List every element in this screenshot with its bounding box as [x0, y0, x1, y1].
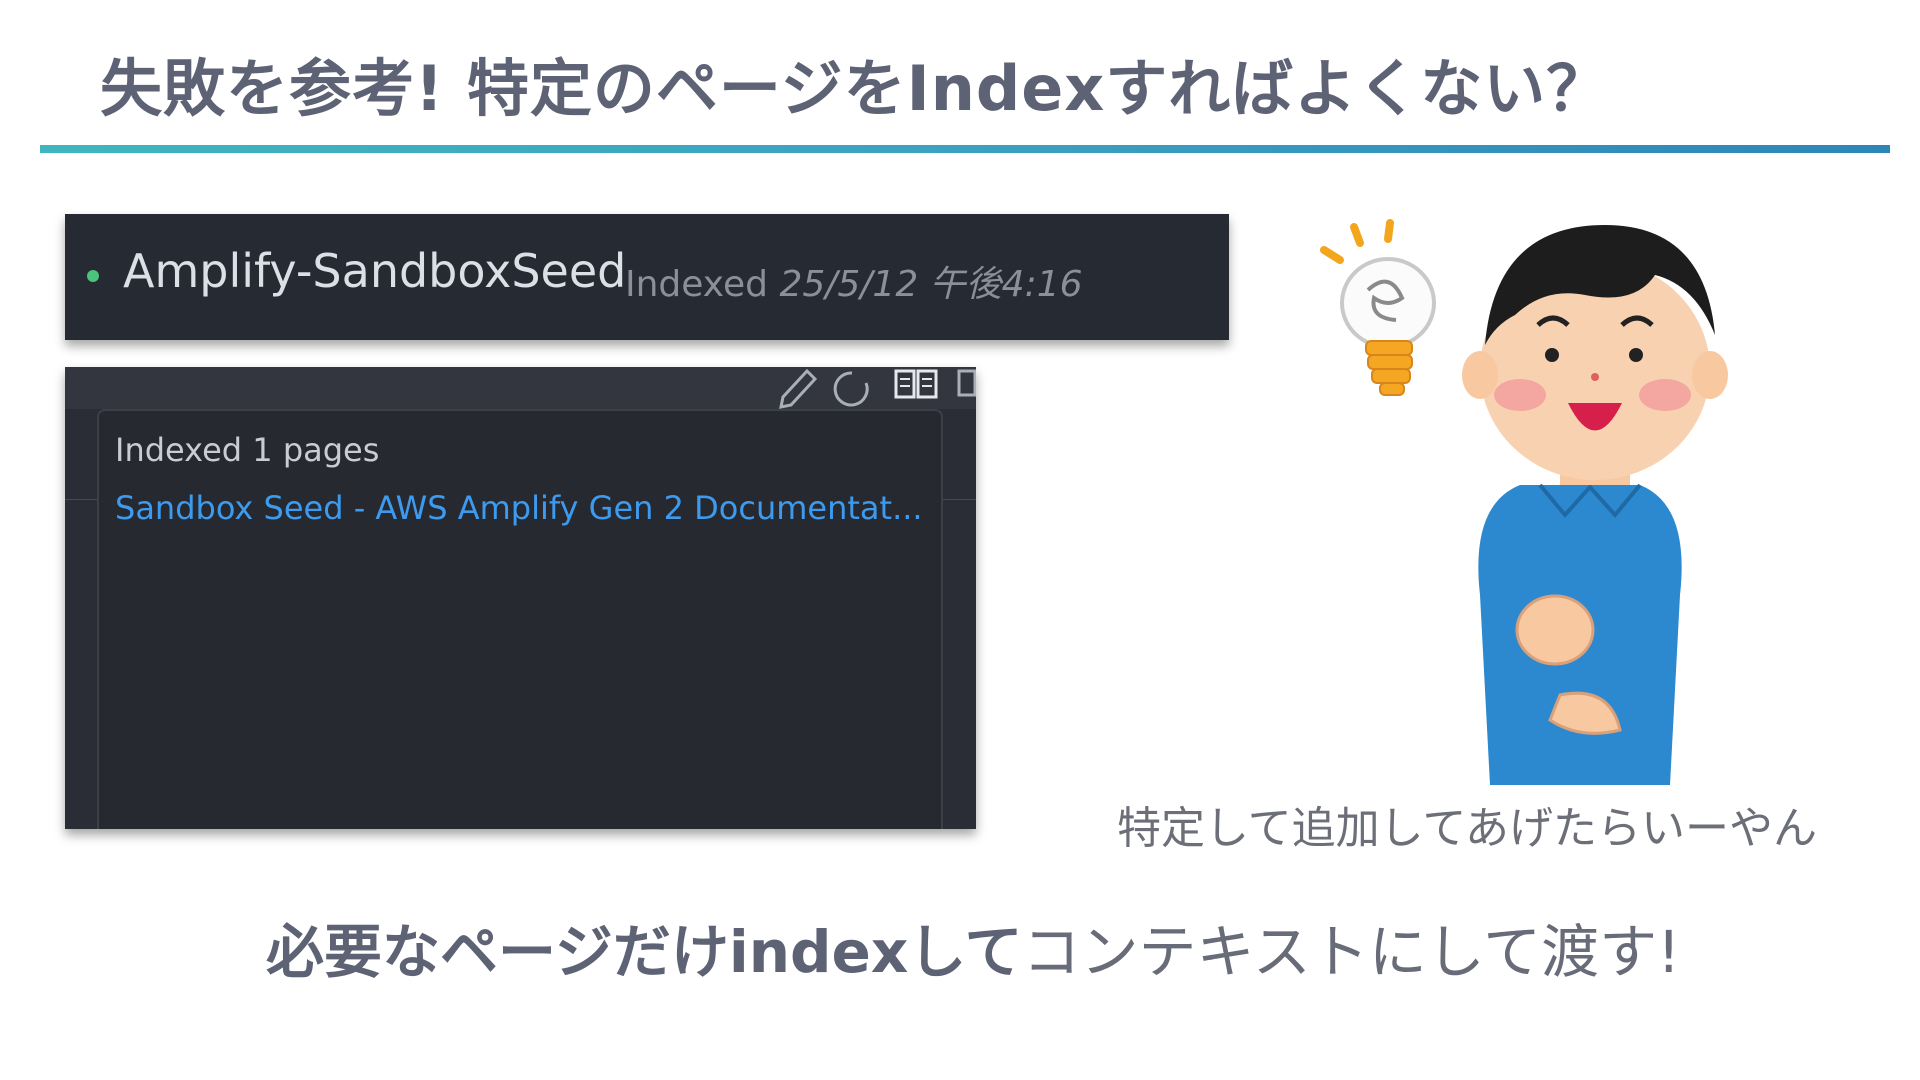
indexed-page-link[interactable]: Sandbox Seed - AWS Amplify Gen 2 Documen…: [115, 489, 923, 527]
status-label: Indexed: [625, 264, 768, 305]
indexed-pages-panel: Indexed 1 pages Sandbox Seed - AWS Ampli…: [65, 367, 976, 829]
summary-light: コンテキストにして渡す!: [1022, 918, 1681, 986]
boy-with-lightbulb-illustration: [1320, 219, 1728, 785]
index-timestamp: 25/5/12 午後4:16: [779, 264, 1083, 305]
summary-statement: 必要なページだけindexしてコンテキストにして渡す!: [266, 905, 1680, 989]
pencil-icon[interactable]: [773, 367, 817, 409]
summary-strong: 必要なページだけindexして: [266, 918, 1023, 986]
indexed-pages-popup: Indexed 1 pages Sandbox Seed - AWS Ampli…: [97, 409, 943, 829]
illustration-caption: 特定して追加してあげたらいーやん: [1117, 803, 1818, 854]
popup-header: Indexed 1 pages: [115, 431, 380, 469]
indexed-doc-entry[interactable]: Amplify-SandboxSeed Indexed 25/5/12 午後4:…: [65, 214, 1229, 340]
index-meta: Indexed 25/5/12 午後4:16: [625, 255, 1083, 307]
trash-icon[interactable]: [955, 367, 976, 409]
slide-title: 失敗を参考! 特定のページをIndexすればよくない？: [100, 52, 1610, 125]
title-divider: [40, 145, 1890, 153]
book-icon[interactable]: [893, 367, 939, 409]
status-dot: [87, 270, 99, 282]
doc-name: Amplify-SandboxSeed: [123, 244, 627, 298]
refresh-icon[interactable]: [830, 367, 874, 409]
panel-toolbar: [65, 367, 976, 409]
